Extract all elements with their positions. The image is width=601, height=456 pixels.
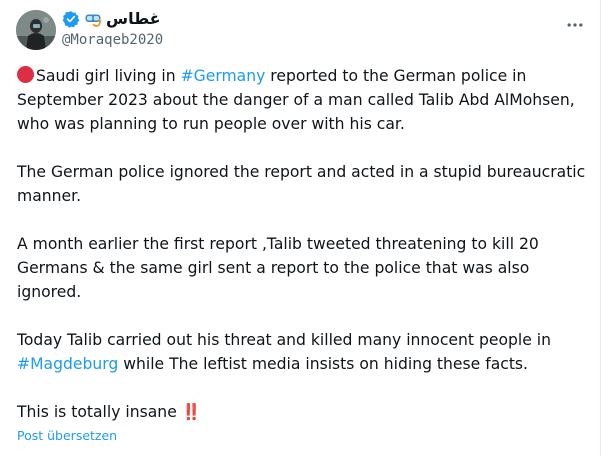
more-options-button[interactable] — [558, 8, 592, 42]
tweet-paragraph-2: The German police ignored the report and… — [17, 163, 586, 205]
author-handle[interactable]: @Moraqeb2020 — [62, 31, 163, 49]
more-horizontal-icon — [567, 23, 583, 27]
double-exclamation-emoji: ‼️ — [181, 403, 201, 421]
tweet-paragraph-3: A month earlier the first report ,Talib … — [17, 235, 539, 301]
tweet-text-segment: while The leftist media insists on hidin… — [118, 355, 529, 373]
tweet-text: Saudi girl living in #Germany reported t… — [17, 64, 592, 448]
red-circle-emoji — [17, 66, 34, 83]
translate-post-link[interactable]: Post übersetzen — [17, 428, 117, 443]
author-name-row: غطاس — [62, 8, 161, 30]
tweet-text-segment: Today Talib carried out his threat and k… — [17, 331, 551, 349]
avatar[interactable] — [16, 10, 56, 50]
hashtag-magdeburg[interactable]: #Magdeburg — [17, 355, 118, 373]
tweet-paragraph-1: Saudi girl living in #Germany reported t… — [17, 64, 592, 136]
diver-avatar-icon — [16, 10, 56, 50]
tweet-paragraph-5: This is totally insane ‼️ — [17, 400, 592, 424]
verified-badge-icon — [62, 10, 80, 28]
tweet-text-segment: This is totally insane — [17, 403, 182, 421]
diving-mask-icon — [84, 10, 102, 28]
hashtag-germany[interactable]: #Germany — [181, 67, 266, 85]
tweet-card: غطاس @Moraqeb2020 Saudi girl living in #… — [0, 0, 601, 456]
display-name[interactable]: غطاس — [106, 8, 161, 30]
tweet-text-segment: Saudi girl living in — [36, 67, 181, 85]
tweet-paragraph-4: Today Talib carried out his threat and k… — [17, 328, 592, 376]
